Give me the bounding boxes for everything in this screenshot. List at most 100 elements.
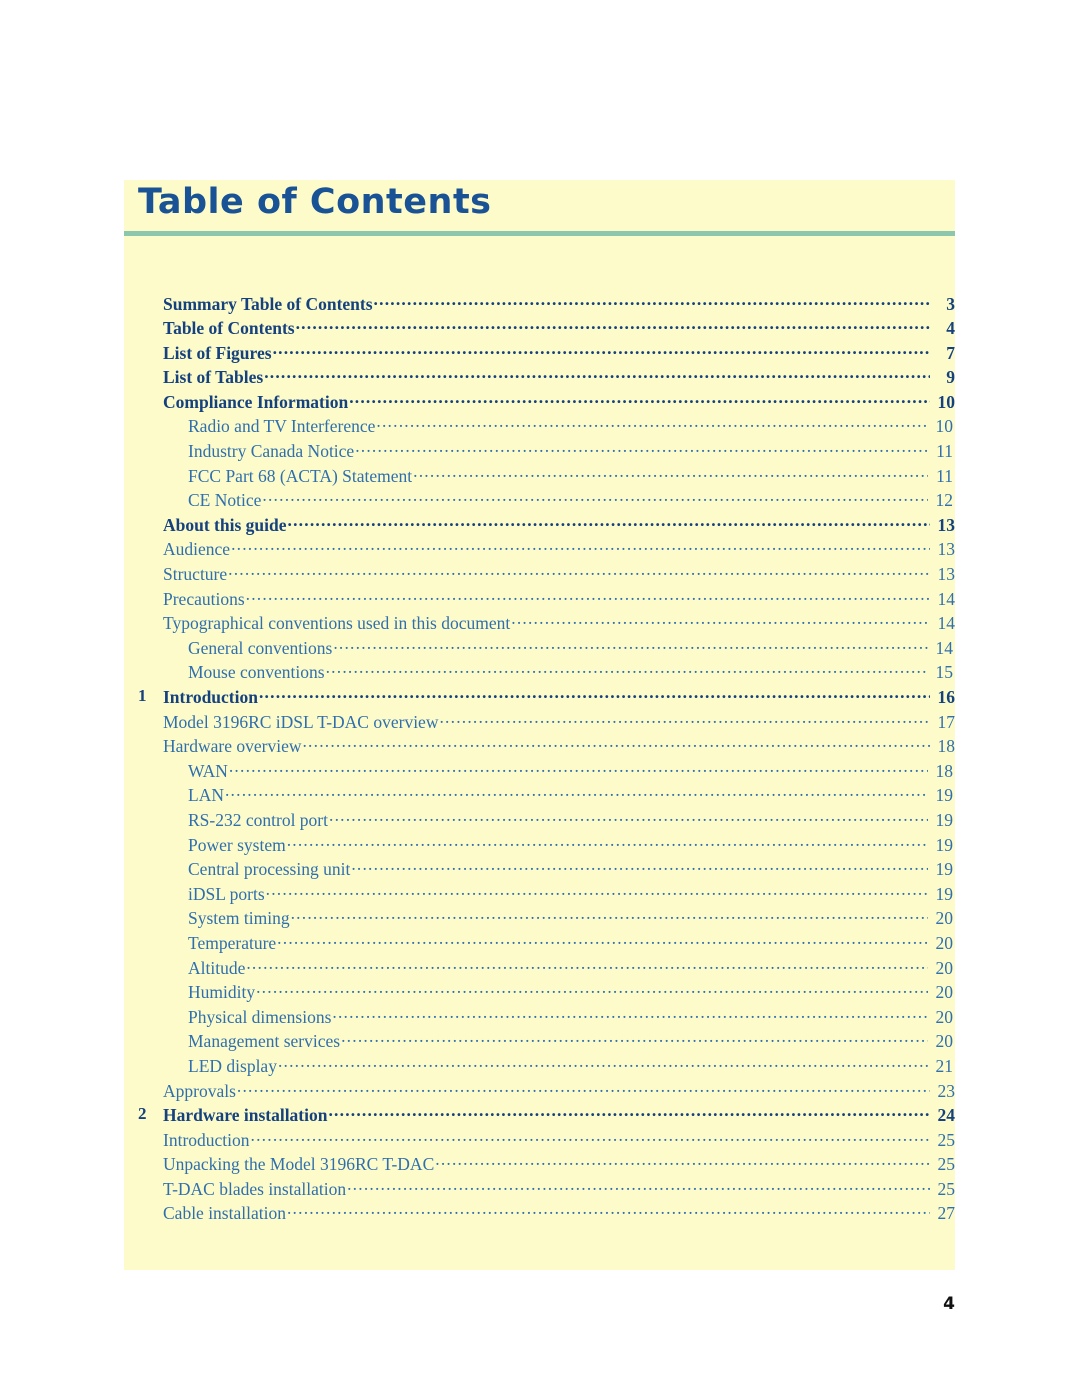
toc-entry[interactable]: FCC Part 68 (ACTA) Statement 11	[124, 464, 955, 489]
toc-dot-leader	[329, 808, 928, 826]
toc-entry-label: Structure	[163, 564, 228, 585]
toc-dot-leader	[326, 661, 928, 679]
toc-entry[interactable]: Precautions 14	[124, 587, 955, 612]
toc-entry[interactable]: Model 3196RC iDSL T-DAC overview 17	[124, 710, 955, 735]
toc-entry[interactable]: Structure 13	[124, 563, 955, 588]
toc-entry-page-number: 25	[937, 1178, 956, 1199]
toc-entry[interactable]: iDSL ports 19	[124, 882, 955, 907]
toc-dot-leader	[288, 513, 930, 531]
toc-entry[interactable]: Humidity 20	[124, 981, 955, 1006]
toc-entry-label: RS-232 control port	[188, 809, 328, 830]
toc-dot-leader	[355, 440, 928, 458]
toc-entry-page-number: 19	[935, 859, 954, 880]
toc-entry-label: Humidity	[188, 982, 256, 1003]
toc-entry[interactable]: Mouse conventions 15	[124, 661, 955, 686]
toc-dot-leader	[246, 956, 928, 974]
toc-entry-label: General conventions	[188, 637, 333, 658]
toc-entry-page-number: 11	[936, 465, 953, 486]
toc-dot-leader	[251, 1128, 930, 1146]
toc-entry[interactable]: LED display 21	[124, 1054, 955, 1079]
toc-entry-page-number: 25	[937, 1129, 956, 1150]
toc-dot-leader	[231, 538, 930, 556]
toc-entry[interactable]: Unpacking the Model 3196RC T-DAC 25	[124, 1153, 955, 1178]
toc-entry-label: Introduction	[163, 1129, 250, 1150]
toc-entry[interactable]: RS-232 control port 19	[124, 808, 955, 833]
toc-entry[interactable]: Industry Canada Notice 11	[124, 440, 955, 465]
document-page: Table of Contents Summary Table of Conte…	[0, 0, 1080, 1397]
toc-entry-page-number: 3	[946, 293, 955, 314]
toc-entry-label: T-DAC blades installation	[163, 1178, 347, 1199]
toc-entry-page-number: 18	[935, 760, 954, 781]
toc-dot-leader	[264, 366, 930, 384]
toc-dot-leader	[376, 415, 928, 433]
toc-entry-page-number: 19	[935, 785, 954, 806]
toc-entry[interactable]: Temperature 20	[124, 931, 955, 956]
toc-entry[interactable]: Physical dimensions 20	[124, 1005, 955, 1030]
toc-entry-label: Hardware overview	[163, 736, 302, 757]
toc-entry[interactable]: Cable installation 27	[124, 1202, 955, 1227]
title-divider-rule	[124, 231, 955, 236]
page-number-folio: 4	[943, 1294, 955, 1314]
toc-entry-page-number: 15	[935, 662, 954, 683]
toc-entry-page-number: 20	[935, 957, 954, 978]
toc-entry[interactable]: LAN 19	[124, 784, 955, 809]
toc-entry[interactable]: WAN 18	[124, 759, 955, 784]
toc-entry-label: Hardware installation	[163, 1105, 328, 1126]
toc-entry-page-number: 21	[935, 1055, 954, 1076]
toc-entry[interactable]: Typographical conventions used in this d…	[124, 612, 955, 637]
toc-dot-leader	[511, 612, 930, 630]
toc-entry[interactable]: Audience 13	[124, 538, 955, 563]
toc-entry-page-number: 20	[935, 1006, 954, 1027]
toc-entry-label: Unpacking the Model 3196RC T-DAC	[163, 1154, 435, 1175]
toc-entry[interactable]: Compliance Information 10	[124, 390, 955, 415]
toc-entry[interactable]: 1 Introduction 16	[124, 686, 955, 711]
toc-dot-leader	[287, 1202, 930, 1220]
toc-dot-leader	[351, 858, 928, 876]
toc-dot-leader	[225, 784, 928, 802]
toc-entry[interactable]: System timing 20	[124, 907, 955, 932]
toc-dot-leader	[256, 981, 928, 999]
toc-entry[interactable]: T-DAC blades installation 25	[124, 1177, 955, 1202]
toc-entry[interactable]: Altitude 20	[124, 956, 955, 981]
toc-entry[interactable]: Management services 20	[124, 1030, 955, 1055]
toc-content-panel: Table of Contents Summary Table of Conte…	[124, 180, 955, 1270]
toc-dot-leader	[341, 1030, 928, 1048]
toc-entry-page-number: 20	[935, 932, 954, 953]
toc-entry[interactable]: Hardware overview 18	[124, 735, 955, 760]
toc-entry[interactable]: Central processing unit 19	[124, 858, 955, 883]
toc-entry[interactable]: Approvals 23	[124, 1079, 955, 1104]
toc-entry[interactable]: List of Figures 7	[124, 341, 955, 366]
toc-entry[interactable]: Summary Table of Contents 3	[124, 292, 955, 317]
toc-entry-label: About this guide	[163, 514, 287, 535]
toc-entry[interactable]: Table of Contents 4	[124, 317, 955, 342]
toc-entry-label: Model 3196RC iDSL T-DAC overview	[163, 711, 439, 732]
toc-entry-label: iDSL ports	[188, 883, 265, 904]
toc-entry-page-number: 17	[937, 711, 956, 732]
toc-entry-page-number: 18	[937, 736, 956, 757]
toc-entry-page-number: 14	[937, 588, 956, 609]
toc-dot-leader	[228, 563, 930, 581]
toc-entry-label: LAN	[188, 785, 224, 806]
toc-entry[interactable]: 2 Hardware installation 24	[124, 1104, 955, 1129]
toc-entry-page-number: 20	[935, 908, 954, 929]
toc-entry[interactable]: Power system 19	[124, 833, 955, 858]
toc-dot-leader	[229, 759, 928, 777]
toc-entry[interactable]: List of Tables 9	[124, 366, 955, 391]
toc-dot-leader	[266, 882, 928, 900]
toc-entry[interactable]: About this guide 13	[124, 513, 955, 538]
toc-entry[interactable]: Radio and TV Interference 10	[124, 415, 955, 440]
toc-entry[interactable]: Introduction 25	[124, 1128, 955, 1153]
toc-entry-label: List of Tables	[163, 367, 264, 388]
toc-dot-leader	[246, 587, 930, 605]
toc-entry-label: Summary Table of Contents	[163, 293, 373, 314]
toc-entry-label: Management services	[188, 1031, 341, 1052]
toc-entry-label: Altitude	[188, 957, 246, 978]
toc-entry-page-number: 19	[935, 809, 954, 830]
toc-entry-label: Radio and TV Interference	[188, 416, 376, 437]
toc-entry[interactable]: CE Notice 12	[124, 489, 955, 514]
toc-dot-leader	[302, 735, 930, 753]
toc-entry[interactable]: General conventions 14	[124, 636, 955, 661]
toc-chapter-number: 2	[138, 1103, 147, 1123]
toc-entry-label: Approvals	[163, 1080, 236, 1101]
toc-entry-page-number: 12	[935, 490, 954, 511]
